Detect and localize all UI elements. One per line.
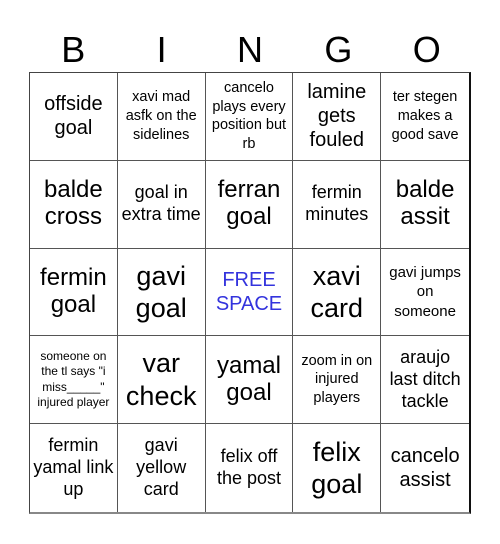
header-letter-n: N	[236, 29, 263, 70]
free-space-cell[interactable]: FREE SPACE	[205, 248, 294, 337]
bingo-cell[interactable]: gavi goal	[117, 248, 206, 337]
bingo-cell[interactable]: ter stegen makes a good save	[381, 73, 469, 161]
bingo-cell[interactable]: lamine gets fouled	[293, 73, 382, 161]
bingo-cell[interactable]: cancelo assist	[381, 424, 469, 512]
bingo-cell[interactable]: felix off the post	[206, 424, 294, 512]
bingo-cell[interactable]: araujo last ditch tackle	[381, 336, 469, 425]
header-letter-o: O	[412, 29, 441, 70]
bingo-cell[interactable]: someone on the tl says "i miss_____" inj…	[30, 336, 118, 425]
bingo-cell[interactable]: zoom in on injured players	[293, 336, 382, 425]
bingo-cell[interactable]: fermin goal	[30, 248, 118, 337]
bingo-cell[interactable]: var check	[117, 336, 206, 425]
bingo-cell[interactable]: fermin minutes	[293, 160, 382, 249]
header-letter-b: B	[61, 29, 86, 70]
header-letter-i: I	[156, 29, 167, 70]
bingo-cell[interactable]: xavi mad asfk on the sidelines	[117, 73, 206, 161]
bingo-cell[interactable]: fermin yamal link up	[30, 424, 118, 512]
bingo-cell[interactable]: ferran goal	[205, 160, 294, 249]
bingo-cell[interactable]: xavi card	[293, 248, 382, 337]
bingo-cell[interactable]: gavi jumps on someone	[381, 249, 469, 337]
bingo-cell[interactable]: cancelo plays every position but rb	[205, 73, 294, 161]
header-letter-g: G	[324, 29, 353, 70]
bingo-grid: offside goal xavi mad asfk on the sideli…	[29, 72, 471, 514]
bingo-cell[interactable]: gavi yellow card	[118, 424, 206, 512]
bingo-cell[interactable]: goal in extra time	[117, 160, 206, 249]
bingo-cell[interactable]: balde assit	[381, 161, 469, 249]
bingo-header: B I N G O	[29, 28, 471, 72]
bingo-cell[interactable]: yamal goal	[205, 336, 294, 425]
bingo-cell[interactable]: offside goal	[30, 73, 118, 161]
bingo-cell[interactable]: felix goal	[293, 424, 382, 512]
bingo-cell[interactable]: balde cross	[30, 160, 118, 249]
